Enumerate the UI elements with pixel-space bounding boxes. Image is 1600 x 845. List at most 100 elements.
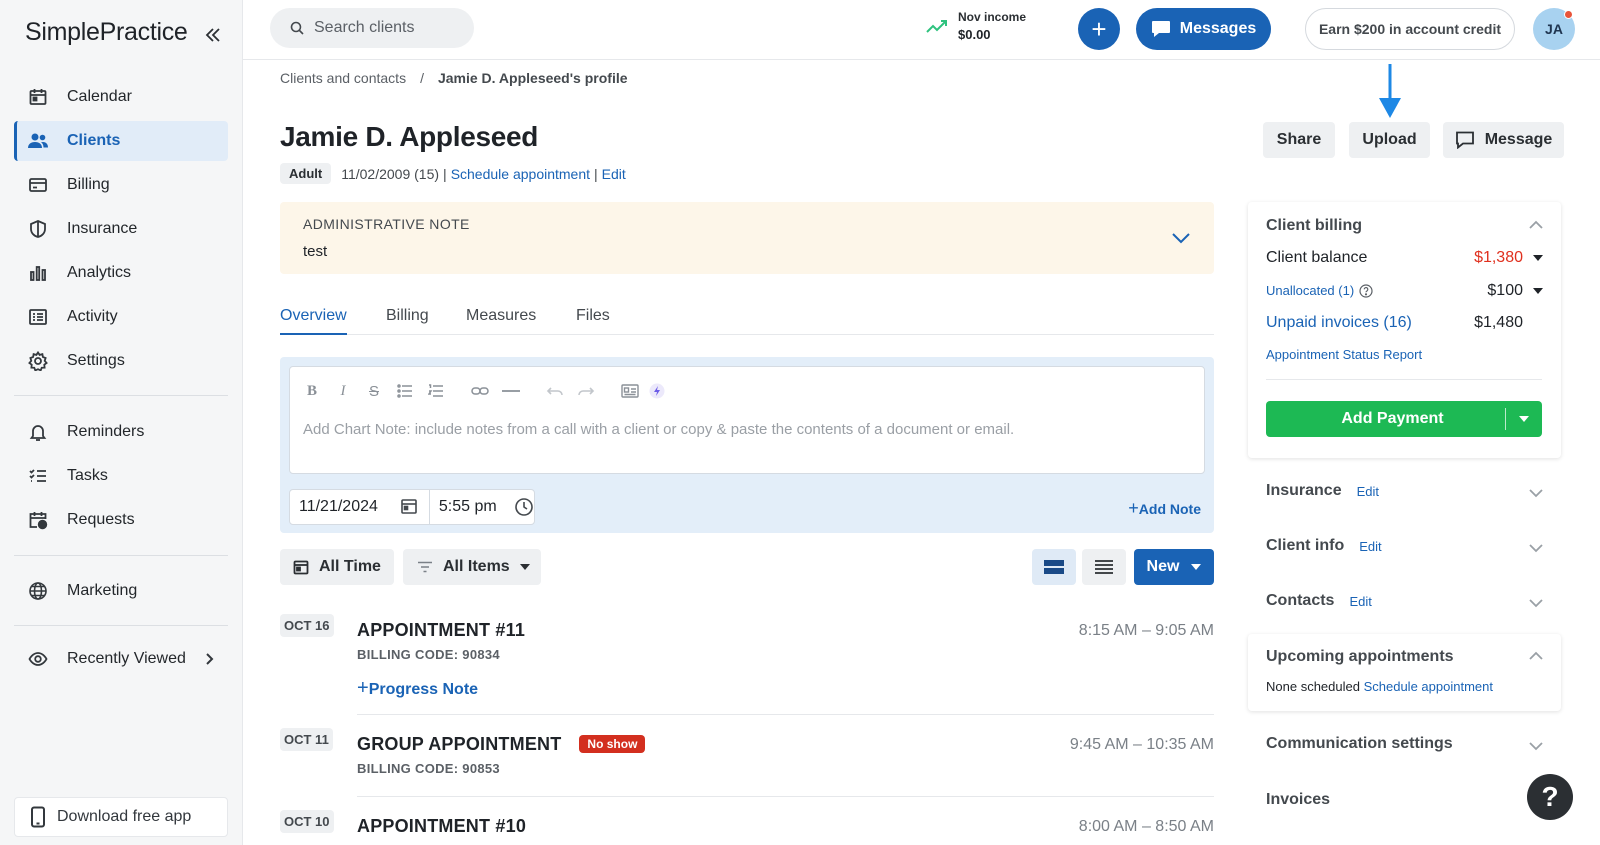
sidebar-item-tasks[interactable]: Tasks — [14, 456, 228, 496]
search-input[interactable] — [314, 19, 464, 37]
contacts-section[interactable]: Contacts Edit — [1266, 592, 1372, 610]
calendar-icon — [293, 559, 309, 575]
unpaid-invoices-value: $1,480 — [1474, 314, 1523, 331]
credit-card-icon — [27, 174, 49, 196]
chevron-right-icon — [202, 652, 216, 666]
sidebar-item-analytics[interactable]: Analytics — [14, 253, 228, 293]
note-date-input[interactable]: 11/21/2024 — [299, 498, 400, 516]
row-divider — [357, 714, 1214, 715]
contacts-edit-link[interactable]: Edit — [1349, 594, 1371, 609]
edit-client-link[interactable]: Edit — [602, 166, 626, 182]
help-button[interactable]: ? — [1527, 774, 1573, 820]
sidebar-item-activity[interactable]: Activity — [14, 297, 228, 337]
tab-files[interactable]: Files — [576, 307, 610, 333]
share-button[interactable]: Share — [1263, 122, 1335, 158]
client-info-edit-link[interactable]: Edit — [1359, 539, 1381, 554]
link-icon[interactable] — [471, 382, 489, 400]
sidebar-item-billing[interactable]: Billing — [14, 165, 228, 205]
undo-icon[interactable] — [546, 382, 564, 400]
appointment-title-wrap[interactable]: GROUP APPOINTMENT No show — [357, 734, 646, 755]
earn-credit-button[interactable]: Earn $200 in account credit — [1305, 8, 1515, 50]
collapse-sidebar-icon[interactable] — [203, 25, 223, 45]
chevron-down-icon[interactable] — [1529, 488, 1543, 498]
tab-measures[interactable]: Measures — [466, 307, 536, 333]
list-icon — [27, 306, 49, 328]
italic-icon[interactable]: I — [334, 382, 352, 400]
caret-down-icon[interactable] — [1533, 288, 1543, 294]
appointment-title[interactable]: APPOINTMENT #11 — [357, 620, 525, 641]
schedule-appointment-link[interactable]: Schedule appointment — [1364, 679, 1493, 694]
progress-note-label: Progress Note — [368, 681, 479, 698]
unallocated-link[interactable]: Unallocated (1) — [1266, 283, 1354, 298]
schedule-appointment-link[interactable]: Schedule appointment — [451, 166, 590, 182]
strikethrough-icon[interactable]: S — [365, 382, 383, 400]
sidebar-item-calendar[interactable]: Calendar — [14, 77, 228, 117]
filter-icon — [417, 561, 433, 573]
bold-icon[interactable]: B — [303, 382, 321, 400]
sidebar-item-clients[interactable]: Clients — [14, 121, 228, 161]
chevron-down-icon[interactable] — [1170, 229, 1192, 247]
upload-button[interactable]: Upload — [1349, 122, 1430, 158]
client-type-badge: Adult — [280, 163, 332, 184]
chevron-down-icon[interactable] — [1529, 741, 1543, 751]
bullet-list-icon[interactable] — [396, 382, 414, 400]
calendar-icon[interactable] — [400, 497, 420, 517]
messages-button[interactable]: Messages — [1136, 8, 1271, 50]
message-button[interactable]: Message — [1443, 122, 1564, 158]
help-circle-icon[interactable] — [1359, 283, 1373, 298]
all-items-label: All Items — [443, 558, 510, 575]
caret-down-icon[interactable] — [1533, 255, 1543, 261]
sidebar-item-settings[interactable]: Settings — [14, 341, 228, 381]
sidebar-item-reminders[interactable]: Reminders — [14, 412, 228, 452]
download-app-button[interactable]: Download free app — [14, 797, 228, 837]
income-widget[interactable]: Nov income $0.00 — [926, 10, 1026, 42]
appointment-title[interactable]: APPOINTMENT #10 — [357, 816, 526, 837]
client-balance-label: Client balance — [1266, 249, 1368, 266]
sidebar-item-insurance[interactable]: Insurance — [14, 209, 228, 249]
insurance-edit-link[interactable]: Edit — [1357, 484, 1379, 499]
appointment-status-report-link[interactable]: Appointment Status Report — [1266, 347, 1422, 362]
chevron-down-icon[interactable] — [1529, 543, 1543, 553]
add-note-label: Add Note — [1138, 501, 1201, 517]
add-note-button[interactable]: +Add Note — [1128, 498, 1201, 519]
chart-note-editor[interactable]: B I S Add Chart Note: include notes from… — [289, 366, 1205, 474]
note-time-input[interactable]: 5:55 pm — [439, 498, 514, 516]
sidebar-item-label: Analytics — [67, 264, 132, 281]
all-items-filter[interactable]: All Items — [403, 549, 541, 585]
invoices-section[interactable]: Invoices — [1266, 791, 1330, 809]
template-icon[interactable] — [621, 382, 639, 400]
chevron-up-icon[interactable] — [1529, 651, 1543, 661]
client-info-section[interactable]: Client info Edit — [1266, 537, 1382, 555]
all-time-filter[interactable]: All Time — [280, 549, 394, 585]
horizontal-rule-icon[interactable] — [502, 382, 520, 400]
avatar[interactable]: JA — [1533, 8, 1575, 50]
client-meta: Adult 11/02/2009 (15) | Schedule appoint… — [280, 163, 626, 184]
search-box[interactable] — [270, 8, 474, 48]
card-view-toggle[interactable] — [1032, 549, 1076, 585]
sidebar-item-marketing[interactable]: Marketing — [14, 571, 228, 611]
chevron-down-icon[interactable] — [1529, 598, 1543, 608]
insurance-section[interactable]: Insurance Edit — [1266, 482, 1379, 500]
ai-bolt-icon[interactable] — [648, 382, 666, 400]
create-button[interactable]: + — [1078, 8, 1120, 50]
simplepractice-logo[interactable]: SimplePractice — [25, 18, 188, 47]
chevron-up-icon[interactable] — [1529, 220, 1543, 230]
sidebar-item-recently-viewed[interactable]: Recently Viewed — [14, 639, 228, 679]
numbered-list-icon[interactable] — [427, 382, 445, 400]
tab-overview[interactable]: Overview — [280, 307, 347, 335]
sidebar-item-label: Recently Viewed — [67, 650, 186, 667]
caret-down-icon[interactable] — [1506, 416, 1542, 422]
avatar-initials: JA — [1545, 21, 1563, 37]
unpaid-invoices-link[interactable]: Unpaid invoices (16) — [1266, 314, 1412, 332]
tab-billing[interactable]: Billing — [386, 307, 429, 333]
communication-settings-section[interactable]: Communication settings — [1266, 735, 1453, 753]
income-value: $0.00 — [958, 27, 991, 42]
list-view-toggle[interactable] — [1082, 549, 1126, 585]
new-button[interactable]: New — [1134, 549, 1214, 585]
breadcrumb-parent-link[interactable]: Clients and contacts — [280, 70, 406, 86]
add-payment-button[interactable]: Add Payment — [1266, 401, 1542, 437]
progress-note-button[interactable]: +Progress Note — [357, 677, 478, 700]
sidebar-item-requests[interactable]: Requests — [14, 500, 228, 540]
redo-icon[interactable] — [577, 382, 595, 400]
clock-icon[interactable] — [514, 497, 534, 517]
